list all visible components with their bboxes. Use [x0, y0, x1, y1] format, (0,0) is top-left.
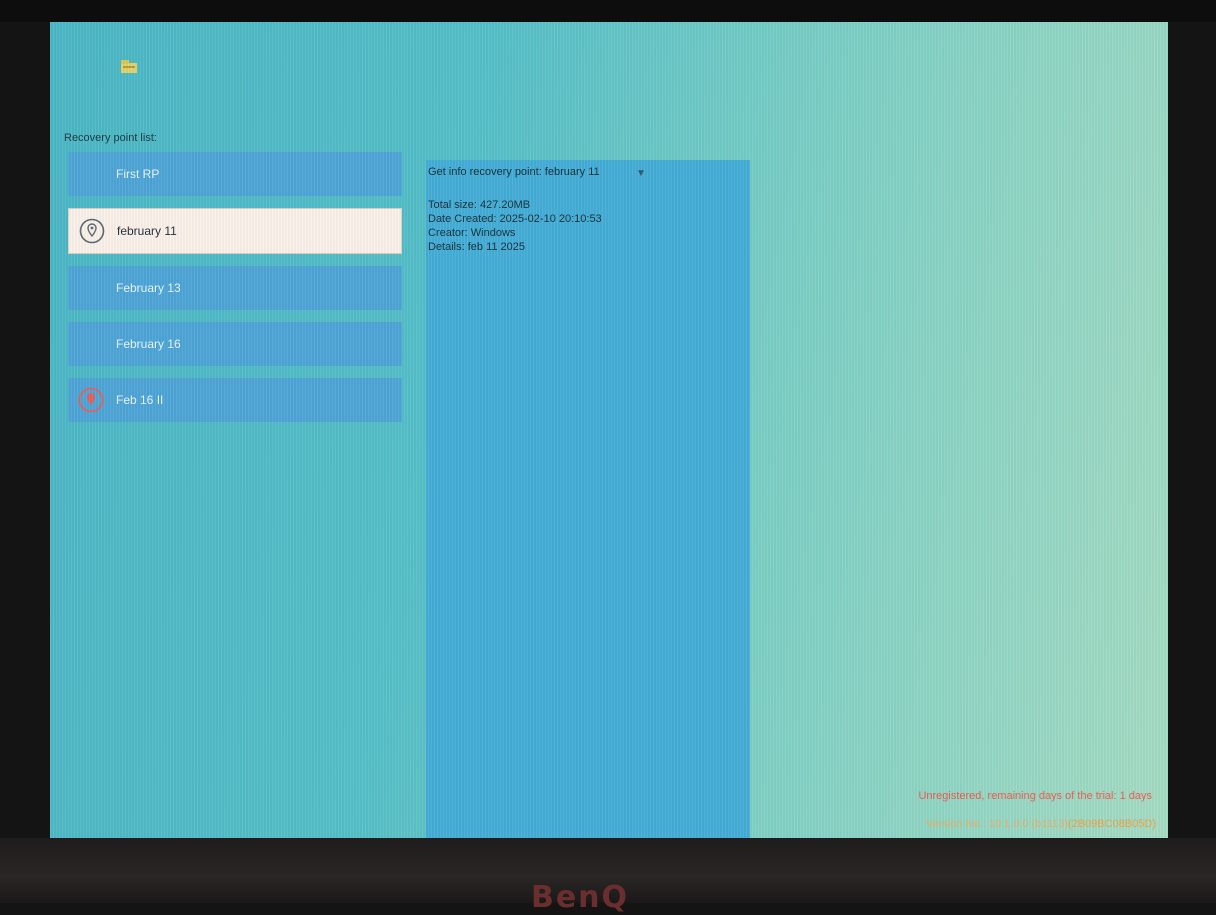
trial-status: Unregistered, remaining days of the tria…	[918, 790, 1152, 802]
info-total-size: Total size: 427.20MB	[428, 199, 531, 211]
info-date-created: Date Created: 2025-02-10 20:10:53	[428, 213, 602, 225]
recovery-point-label: February 13	[116, 281, 181, 295]
recovery-point-label: First RP	[116, 167, 160, 181]
pin-icon	[79, 218, 105, 244]
collapse-icon[interactable]: ▼	[636, 168, 646, 179]
monitor-brand-logo: BenQ	[530, 880, 630, 915]
screen: Recovery point list: First RP february 1…	[50, 22, 1168, 840]
recovery-point-list: First RP february 11 February 13 Februar…	[68, 152, 402, 434]
recovery-point-feb-16-ii[interactable]: Feb 16 II	[68, 378, 402, 422]
recovery-point-label: February 16	[116, 337, 181, 351]
info-creator: Creator: Windows	[428, 227, 516, 239]
recovery-point-info-panel: Get info recovery point: february 11 ▼ T…	[426, 160, 750, 840]
recovery-point-label: Feb 16 II	[116, 393, 164, 407]
app-icon[interactable]	[120, 58, 138, 74]
pin-icon	[78, 387, 104, 413]
info-title: Get info recovery point: february 11	[428, 166, 600, 178]
info-details-text: Details: feb 11 2025	[428, 241, 526, 253]
recovery-point-label: february 11	[117, 224, 177, 238]
recovery-point-first-rp[interactable]: First RP	[68, 152, 402, 196]
recovery-point-february-13[interactable]: February 13	[68, 266, 402, 310]
recovery-point-february-16[interactable]: February 16	[68, 322, 402, 366]
recovery-point-february-11[interactable]: february 11	[68, 208, 402, 254]
recovery-point-list-label: Recovery point list:	[64, 132, 157, 144]
version-id: (2B09BC08B05D)	[1067, 818, 1156, 830]
version-info: Version No.: 10.1.0.0 (b1113)(2B09BC08B0…	[926, 818, 1156, 830]
info-details: Total size: 427.20MB Date Created: 2025-…	[428, 198, 602, 254]
monitor-bezel-top	[0, 0, 1216, 22]
version-label: Version No.: 10.1.0.0 (b1113)	[925, 818, 1068, 830]
